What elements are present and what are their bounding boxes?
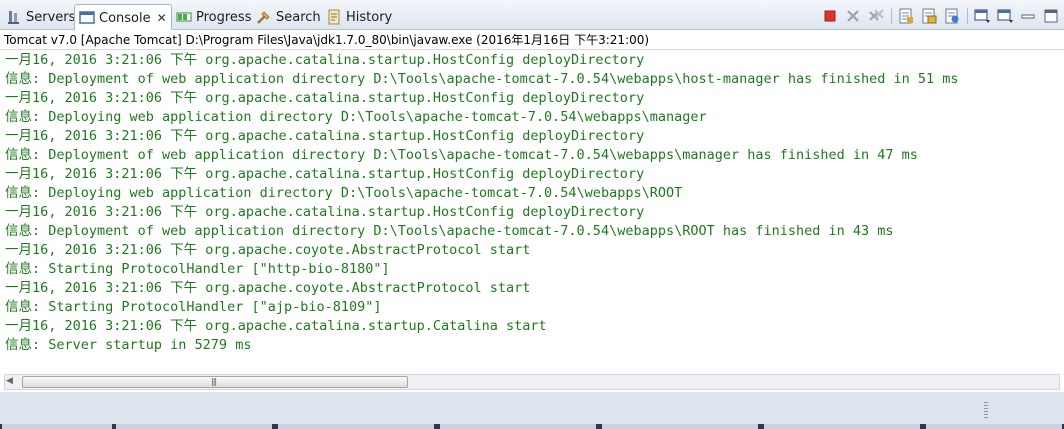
taskbar-item[interactable]	[440, 424, 596, 429]
taskbar-item[interactable]	[278, 424, 434, 429]
console-line: 信息: Deploying web application directory …	[5, 185, 683, 201]
tab-search[interactable]: Search	[252, 4, 325, 30]
maximize-icon[interactable]	[1042, 7, 1060, 25]
tab-label: Progress	[196, 9, 252, 25]
console-line: 信息: Deployment of web application direct…	[5, 147, 918, 163]
tab-label: Console	[99, 10, 151, 26]
console-line: 信息: Starting ProtocolHandler ["http-bio-…	[5, 261, 390, 277]
history-icon	[326, 9, 342, 25]
console-line: 一月16, 2016 3:21:06 下午 org.apache.coyote.…	[5, 280, 531, 296]
console-line: 一月16, 2016 3:21:06 下午 org.apache.catalin…	[5, 318, 547, 334]
display-selected-console-icon[interactable]	[973, 7, 991, 25]
view-tab-bar: Servers Console ✕ Progress Search Histor…	[0, 0, 1064, 31]
console-icon	[79, 10, 95, 26]
console-line: 一月16, 2016 3:21:06 下午 org.apache.catalin…	[5, 128, 645, 144]
tab-label: History	[346, 9, 393, 25]
minimize-icon[interactable]	[1019, 7, 1037, 25]
console-line: 一月16, 2016 3:21:06 下午 org.apache.catalin…	[5, 52, 645, 68]
console-line: 一月16, 2016 3:21:06 下午 org.apache.coyote.…	[5, 242, 531, 258]
taskbar-item[interactable]	[602, 424, 758, 429]
console-line: 信息: Starting ProtocolHandler ["ajp-bio-8…	[5, 299, 382, 315]
console-line: 信息: Deployment of web application direct…	[5, 223, 894, 239]
taskbar-item[interactable]	[2, 424, 112, 429]
terminate-icon[interactable]	[821, 7, 839, 25]
remove-launch-icon[interactable]	[844, 7, 862, 25]
tab-servers[interactable]: Servers	[2, 4, 79, 30]
scrollbar-grip: |||	[211, 377, 217, 386]
scrollbar-thumb[interactable]: |||	[22, 376, 408, 388]
tab-history[interactable]: History	[322, 4, 396, 30]
tab-label: Servers	[26, 9, 76, 25]
console-line: 一月16, 2016 3:21:06 下午 org.apache.catalin…	[5, 90, 645, 106]
close-icon[interactable]: ✕	[157, 11, 167, 25]
console-toolbar	[816, 6, 1060, 26]
scroll-lock-icon[interactable]	[920, 7, 938, 25]
taskbar-item[interactable]	[764, 424, 920, 429]
scroll-left-arrow-icon[interactable]: ◀	[6, 376, 13, 386]
console-output[interactable]: 一月16, 2016 3:21:06 下午 org.apache.catalin…	[0, 50, 1064, 372]
taskbar-item[interactable]	[116, 424, 272, 429]
console-line: 信息: Server startup in 5279 ms	[5, 337, 252, 353]
toolbar-separator	[967, 8, 968, 24]
console-line: 一月16, 2016 3:21:06 下午 org.apache.catalin…	[5, 204, 645, 220]
console-line: 信息: Deployment of web application direct…	[5, 71, 959, 87]
toolbar-separator	[891, 8, 892, 24]
progress-icon	[176, 9, 192, 25]
pin-console-icon[interactable]	[943, 7, 961, 25]
console-description: Tomcat v7.0 [Apache Tomcat] D:\Program F…	[0, 30, 1064, 50]
search-icon	[256, 9, 272, 25]
status-bar-grip	[984, 402, 988, 418]
clear-console-icon[interactable]	[897, 7, 915, 25]
tab-console[interactable]: Console ✕	[74, 4, 172, 31]
tab-label: Search	[276, 9, 321, 25]
taskbar-strip	[0, 424, 1064, 429]
tab-progress[interactable]: Progress	[172, 4, 255, 30]
remove-all-terminated-icon[interactable]	[867, 7, 885, 25]
console-line: 一月16, 2016 3:21:06 下午 org.apache.catalin…	[5, 166, 645, 182]
open-console-icon[interactable]	[996, 7, 1014, 25]
servers-icon	[6, 9, 22, 25]
horizontal-scrollbar[interactable]: ◀ |||	[0, 372, 1064, 392]
console-line: 信息: Deploying web application directory …	[5, 109, 707, 125]
taskbar-item[interactable]	[926, 424, 1062, 429]
